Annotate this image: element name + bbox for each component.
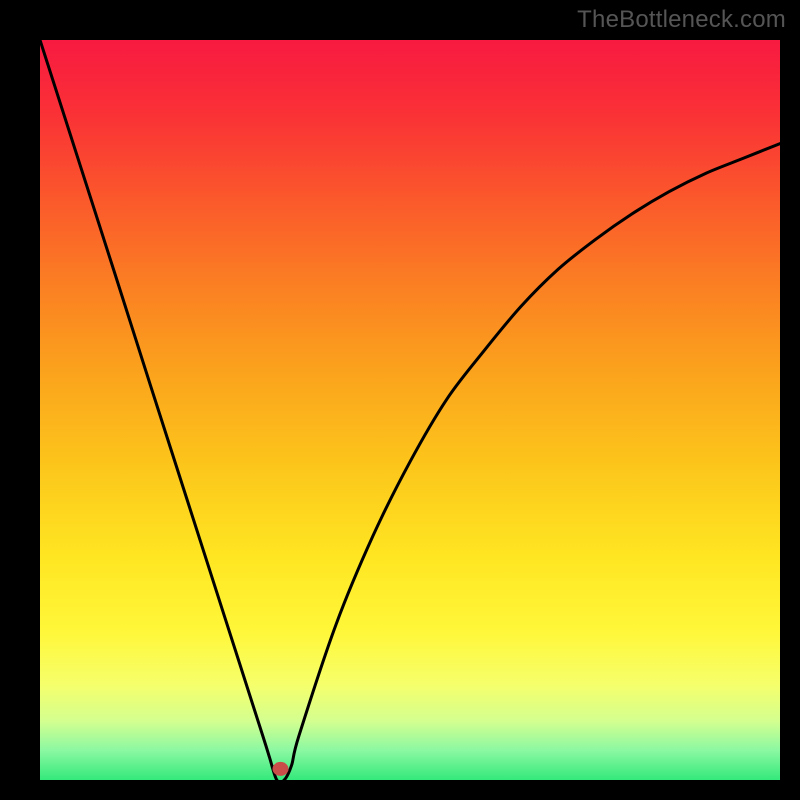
- minimum-marker-icon: [273, 762, 289, 776]
- plot-svg: [40, 40, 780, 780]
- chart-frame: TheBottleneck.com: [0, 0, 800, 800]
- watermark-label: TheBottleneck.com: [577, 6, 786, 34]
- gradient-plot-area: [40, 40, 780, 780]
- gradient-background: [40, 40, 780, 780]
